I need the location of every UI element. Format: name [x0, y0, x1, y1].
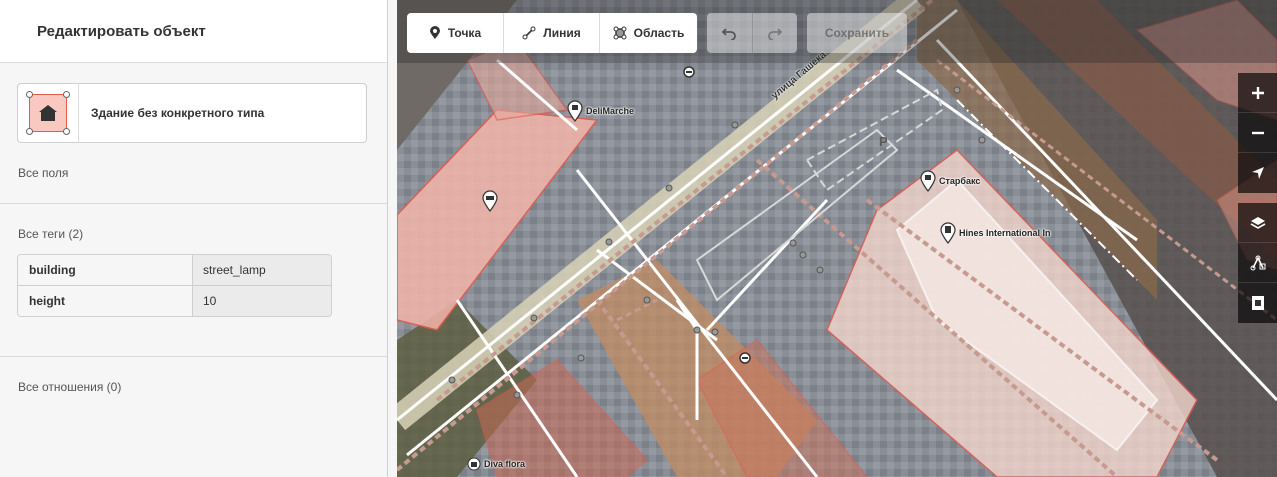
tag-value-input[interactable]: 10 [193, 286, 331, 316]
line-icon [522, 26, 536, 40]
bank-pin-icon [482, 190, 498, 212]
save-label: Сохранить [824, 26, 890, 40]
background-layers-button[interactable] [1238, 203, 1277, 243]
redo-button[interactable] [753, 13, 798, 53]
map-data-icon [1250, 255, 1265, 270]
mode-button-group: Точка Линия Область [407, 13, 697, 53]
tag-row: building street_lamp [18, 255, 331, 286]
inspector-header: Редактировать объект [0, 0, 387, 63]
zoom-in-button[interactable] [1238, 73, 1277, 113]
poi-label: Hines International In [959, 228, 1051, 238]
undo-button[interactable] [707, 13, 753, 53]
tag-row: height 10 [18, 286, 331, 316]
inspector-sidebar: Редактировать объект Здание без конкретн… [0, 0, 388, 477]
preset-label: Здание без конкретного типа [91, 106, 265, 120]
map-pin-icon [920, 170, 936, 192]
add-line-label: Линия [543, 26, 581, 40]
add-line-button[interactable]: Линия [504, 13, 600, 53]
add-point-label: Точка [447, 26, 482, 40]
tag-key-input[interactable]: building [18, 255, 193, 285]
map-imagery: P [397, 0, 1277, 477]
area-icon [613, 26, 627, 40]
parking-marker: P [879, 134, 888, 149]
preset-icon-box [18, 83, 79, 143]
help-icon [1251, 296, 1264, 310]
tag-table: building street_lamp height 10 [17, 254, 332, 317]
undo-icon [721, 28, 737, 40]
help-button[interactable] [1238, 283, 1277, 323]
add-area-label: Область [633, 26, 685, 40]
zoom-out-icon [1251, 131, 1264, 134]
zoom-in-icon [1251, 86, 1264, 99]
all-relations-toggle[interactable]: Все отношения (0) [18, 380, 121, 394]
building-icon [26, 91, 70, 135]
point-icon [429, 26, 440, 39]
geolocate-button[interactable] [1238, 153, 1277, 193]
map-data-button[interactable] [1238, 243, 1277, 283]
preset-button[interactable]: Здание без конкретного типа [17, 83, 367, 143]
zoom-out-button[interactable] [1238, 113, 1277, 153]
shop-icon [467, 457, 481, 471]
map-canvas[interactable]: P улица Гашека DeliMarche Старбакс Hines… [397, 0, 1277, 477]
geolocate-icon [1251, 167, 1264, 179]
all-tags-toggle[interactable]: Все теги (2) [18, 227, 83, 241]
poi-marker[interactable]: Diva flora [467, 457, 525, 471]
inspector-title: Редактировать объект [37, 22, 206, 40]
poi-marker[interactable]: Старбакс [920, 170, 980, 192]
all-fields-toggle[interactable]: Все поля [18, 166, 68, 180]
tag-key-input[interactable]: height [18, 286, 193, 316]
add-point-button[interactable]: Точка [407, 13, 504, 53]
map-pin-icon [940, 222, 956, 244]
poi-marker[interactable]: Hines International In [940, 222, 1051, 244]
layers-icon [1250, 216, 1265, 229]
poi-marker[interactable]: DeliMarche [567, 100, 634, 122]
poi-label: Diva flora [484, 459, 526, 469]
zoom-controls [1238, 73, 1277, 193]
poi-marker[interactable] [482, 190, 498, 212]
divider [0, 356, 388, 357]
save-button[interactable]: Сохранить [807, 13, 907, 53]
redo-icon [767, 28, 783, 40]
panel-controls [1238, 203, 1277, 323]
poi-label: Старбакс [939, 176, 981, 186]
map-pin-icon [567, 100, 583, 122]
tag-value-input[interactable]: street_lamp [193, 255, 331, 285]
poi-label: DeliMarche [586, 106, 635, 116]
divider [0, 203, 388, 204]
add-area-button[interactable]: Область [600, 13, 697, 53]
undo-redo-group [707, 13, 797, 53]
app-root: Редактировать объект Здание без конкретн… [0, 0, 1277, 477]
